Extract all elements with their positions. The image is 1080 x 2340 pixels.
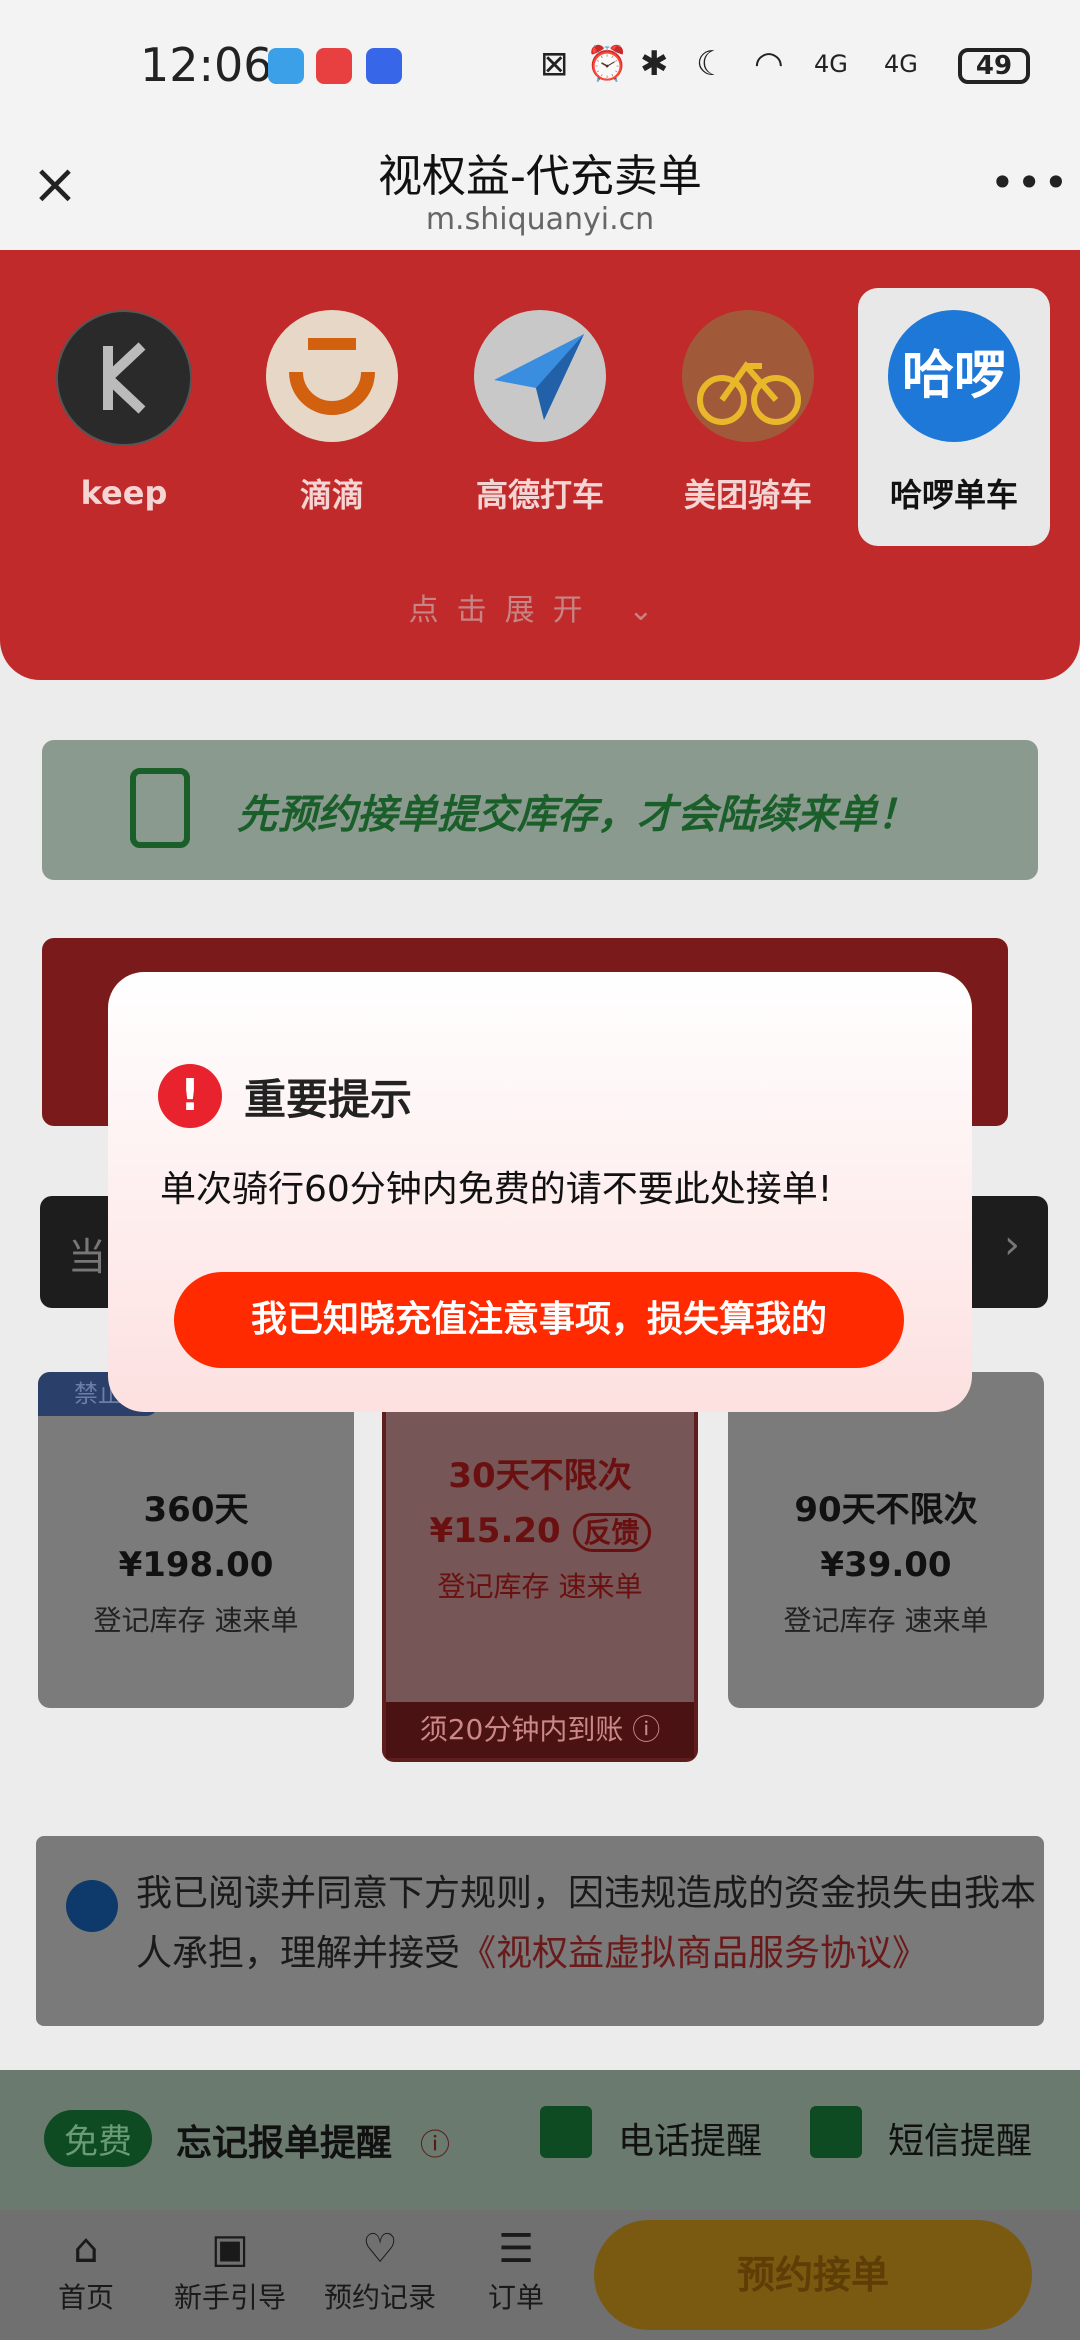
reminder-label: 忘记报单提醒 xyxy=(176,2123,393,2164)
brand-label: 滴滴 xyxy=(299,476,364,514)
nav-records[interactable]: ♡ 预约记录 xyxy=(310,2226,450,2316)
didi-logo-icon xyxy=(266,310,398,442)
agreement-text: 我已阅读并同意下方规则，因违规造成的资金损失由我本人承担，理解并接受《视权益虚拟… xyxy=(136,1873,1037,1974)
plan-title: 360天 xyxy=(143,1490,249,1530)
confirm-button[interactable]: 我已知晓充值注意事项，损失算我的 xyxy=(174,1272,904,1368)
agreement-link[interactable]: 《视权益虚拟商品服务协议》 xyxy=(460,1933,928,1974)
plan-footer: 须20分钟内到账 ⓘ xyxy=(386,1702,694,1758)
reserve-button[interactable]: 预约接单 xyxy=(594,2220,1032,2330)
keep-logo-icon xyxy=(56,310,192,446)
phone-checkbox-icon[interactable] xyxy=(540,2106,592,2158)
important-notice-dialog: ! 重要提示 单次骑行60分钟内免费的请不要此处接单! 我已知晓充值注意事项，损… xyxy=(108,972,972,1412)
dialog-title: 重要提示 xyxy=(244,1075,413,1124)
phone-reminder-label: 电话提醒 xyxy=(618,2121,763,2162)
status-bar: 12:06 ⊠ ⏰ ✱ ☾ ◠ 4G 4G 49 xyxy=(0,0,1080,130)
brand-keep[interactable]: keep xyxy=(34,310,214,540)
nav-guide[interactable]: ▣ 新手引导 xyxy=(160,2226,300,2316)
plan-subtitle: 登记库存 速来单 xyxy=(783,1604,989,1637)
expand-label: 点击展开 xyxy=(408,593,601,628)
agreement-section: 我已阅读并同意下方规则，因违规造成的资金损失由我本人承担，理解并接受《视权益虚拟… xyxy=(36,1836,1044,2026)
plan-subtitle: 登记库存 速来单 xyxy=(93,1604,299,1637)
clipboard-plus-icon xyxy=(130,768,190,848)
video-icon: ▣ xyxy=(211,2226,249,2272)
chevron-right-icon: › xyxy=(1004,1222,1020,1268)
notice-text: 先预约接单提交库存，才会陆续来单！ xyxy=(237,792,917,838)
checkbox-checked-icon[interactable] xyxy=(66,1880,118,1932)
signal-icon: 4G xyxy=(884,50,918,78)
info-bar-text: 当 xyxy=(68,1235,107,1279)
app-notification-icon xyxy=(268,48,304,84)
nav-home[interactable]: ⌂ 首页 xyxy=(16,2226,156,2316)
brand-selector: keep 滴滴 高德打车 美团骑车 哈啰 哈啰单车 点击展开 ⌄ xyxy=(0,250,1080,680)
expand-toggle[interactable]: 点击展开 ⌄ xyxy=(0,585,1080,629)
document-icon: ☰ xyxy=(498,2226,534,2272)
nav-orders[interactable]: ☰ 订单 xyxy=(446,2226,586,2316)
sms-checkbox-icon[interactable] xyxy=(810,2106,862,2158)
status-time: 12:06 xyxy=(140,38,273,92)
page-title: 视权益-代充卖单 xyxy=(378,151,702,202)
brand-didi[interactable]: 滴滴 xyxy=(242,310,422,540)
plan-subtitle: 登记库存 速来单 xyxy=(437,1570,643,1603)
moon-icon: ☾ xyxy=(696,44,727,84)
brand-label: 高德打车 xyxy=(475,476,604,514)
more-icon[interactable]: ••• xyxy=(990,158,1068,208)
plan-card-selected[interactable]: 30天不限次 ¥15.20 反馈 登记库存 速来单 须20分钟内到账 ⓘ xyxy=(382,1372,698,1762)
battery-icon: 49 xyxy=(958,48,1030,84)
sms-reminder-label: 短信提醒 xyxy=(888,2121,1033,2162)
info-icon[interactable]: ⓘ xyxy=(632,1713,660,1746)
help-icon[interactable]: ⓘ xyxy=(420,2120,450,2164)
chevron-down-icon: ⌄ xyxy=(628,593,672,628)
signal-icon: 4G xyxy=(814,50,848,78)
home-icon: ⌂ xyxy=(73,2226,99,2272)
bluetooth-icon: ✱ xyxy=(640,44,669,84)
wifi-icon: ◠ xyxy=(754,44,784,84)
brand-label: 哈啰单车 xyxy=(889,476,1018,514)
plan-card[interactable]: 禁止 360天 ¥198.00 登记库存 速来单 xyxy=(38,1372,354,1708)
dialog-message: 单次骑行60分钟内免费的请不要此处接单! xyxy=(160,1169,833,1210)
reminder-bar: 免费 忘记报单提醒 ⓘ 电话提醒 短信提醒 xyxy=(0,2070,1080,2210)
page-url: m.shiquanyi.cn xyxy=(425,202,655,237)
plan-title: 30天不限次 xyxy=(448,1456,632,1496)
browser-header: × 视权益-代充卖单 m.shiquanyi.cn ••• xyxy=(0,130,1080,250)
plan-price: ¥198.00 xyxy=(118,1545,274,1585)
plan-price: ¥39.00 xyxy=(820,1545,952,1585)
plan-card[interactable]: 90天不限次 ¥39.00 登记库存 速来单 xyxy=(728,1372,1044,1708)
nfc-icon: ⊠ xyxy=(540,44,569,84)
free-badge: 免费 xyxy=(44,2110,152,2167)
brand-meituan[interactable]: 美团骑车 xyxy=(658,310,838,540)
bike-logo-icon xyxy=(682,310,814,442)
brand-amap[interactable]: 高德打车 xyxy=(450,310,630,540)
plane-logo-icon xyxy=(474,310,606,442)
hello-logo-icon: 哈啰 xyxy=(888,310,1020,442)
brand-label: 美团骑车 xyxy=(683,476,812,514)
feedback-badge[interactable]: 反馈 xyxy=(572,1513,651,1552)
plan-title: 90天不限次 xyxy=(794,1490,978,1530)
message-notification-icon xyxy=(366,48,402,84)
alarm-icon: ⏰ xyxy=(586,44,629,84)
app-notification-icon xyxy=(316,48,352,84)
notice-banner: 先预约接单提交库存，才会陆续来单！ xyxy=(42,740,1038,880)
warning-icon: ! xyxy=(158,1064,222,1128)
plan-price: ¥15.20 反馈 xyxy=(386,1511,694,1552)
bag-icon: ♡ xyxy=(362,2226,398,2272)
brand-hello[interactable]: 哈啰 哈啰单车 xyxy=(858,288,1050,546)
brand-label: keep xyxy=(80,474,168,512)
